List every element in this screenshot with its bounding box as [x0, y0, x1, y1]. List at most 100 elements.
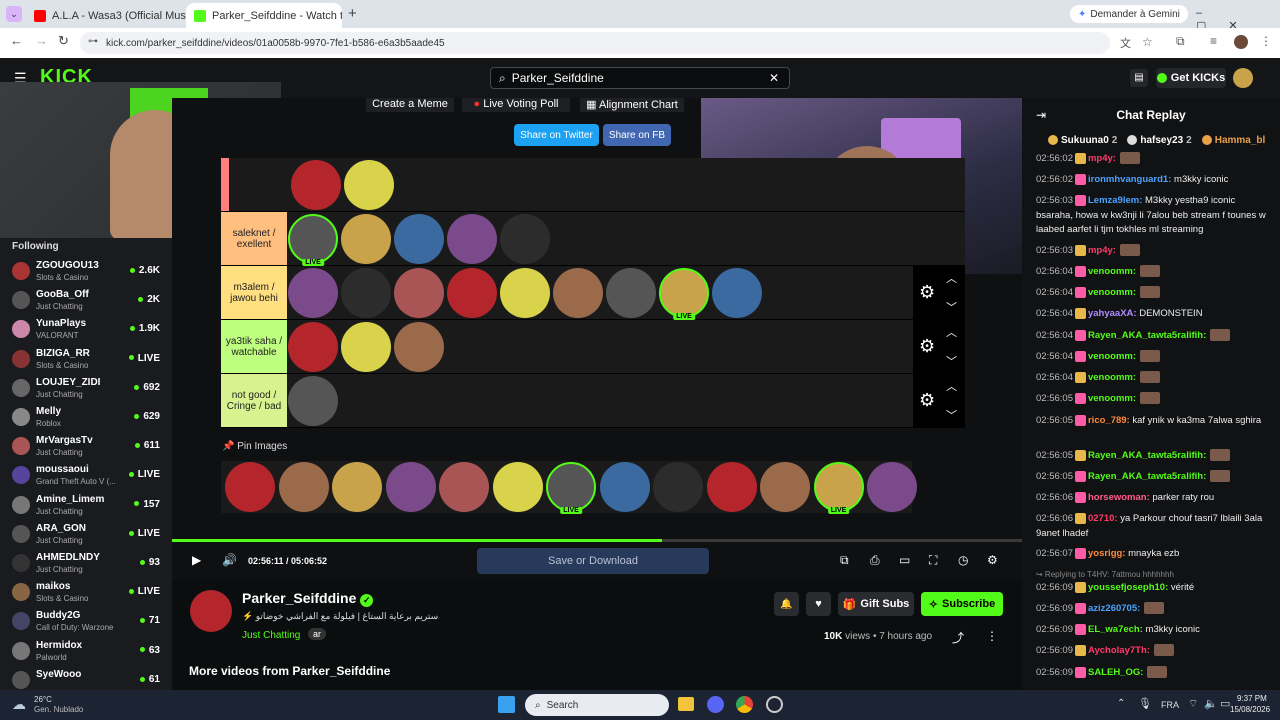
chat-username[interactable]: Rayen_AKA_tawta5ralifih:	[1088, 471, 1206, 482]
pinned-avatar[interactable]	[385, 462, 436, 512]
chat-username[interactable]: venoomm:	[1088, 266, 1136, 277]
chat-username[interactable]: SALEH_OG:	[1088, 667, 1143, 678]
move-up-icon[interactable]: ︿	[946, 378, 957, 394]
tier-avatar[interactable]	[341, 214, 391, 264]
reload-icon[interactable]: ↻	[58, 33, 69, 49]
tier-avatar[interactable]	[606, 268, 656, 318]
sidebar-item[interactable]: ZGOUGOU13 Slots & Casino 2.6K	[0, 258, 172, 287]
sidebar-item[interactable]: Buddy2G Call of Duty: Warzone 71	[0, 608, 172, 637]
new-tab-button[interactable]: +	[348, 5, 357, 22]
share-icon[interactable]: ⤴	[952, 629, 964, 646]
tier-settings-icon[interactable]: ⚙	[919, 282, 935, 303]
drops-icon[interactable]: ▤	[1130, 69, 1148, 87]
channel-avatar[interactable]	[190, 590, 232, 632]
tier-avatar[interactable]	[500, 268, 550, 318]
live-voting-poll-button[interactable]: ● Live Voting Poll	[462, 98, 570, 112]
sidebar-item[interactable]: GooBa_Off Just Chatting 2K	[0, 287, 172, 316]
pinned-avatar[interactable]	[439, 462, 489, 512]
sidebar-item[interactable]: Melly Roblox 629	[0, 404, 172, 433]
tier-avatar[interactable]	[288, 376, 338, 426]
weather-icon[interactable]: ☁	[12, 696, 26, 713]
app-icon[interactable]	[766, 696, 783, 713]
pinned-avatar[interactable]	[706, 462, 757, 512]
play-icon[interactable]: ▶	[192, 553, 201, 567]
alignment-chart-button[interactable]: ▦ Alignment Chart	[580, 98, 684, 112]
chat-username[interactable]: Aycholay7Th:	[1088, 645, 1150, 656]
pinned-avatar[interactable]	[867, 462, 917, 512]
back-icon[interactable]: ←	[10, 33, 23, 48]
sidebar-item[interactable]: LOUJEY_ZIDI Just Chatting 692	[0, 375, 172, 404]
channel-name[interactable]: Parker_Seifddine ✓	[242, 590, 374, 607]
create-meme-button[interactable]: Create a Meme	[366, 98, 454, 112]
move-up-icon[interactable]: ︿	[946, 270, 957, 286]
clear-search-icon[interactable]: ✕	[769, 71, 779, 85]
profile-avatar[interactable]	[1234, 35, 1248, 49]
settings-gear-icon[interactable]: ⚙	[987, 553, 998, 567]
address-bar[interactable]: ⊶ kick.com/parker_seifddine/videos/01a00…	[80, 32, 1153, 54]
tier-avatar[interactable]	[553, 268, 603, 318]
bookmark-star-icon[interactable]: ☆	[1142, 35, 1153, 49]
chat-username[interactable]: yosrigg:	[1088, 548, 1125, 559]
chat-username[interactable]: Lemza9lem:	[1088, 195, 1142, 206]
sidebar-item[interactable]: maikos Slots & Casino LIVE	[0, 579, 172, 608]
move-down-icon[interactable]: ﹀	[946, 407, 957, 423]
chat-username[interactable]: yahyaaXA:	[1088, 308, 1137, 319]
chat-username[interactable]: horsewoman:	[1088, 492, 1150, 503]
tray-chevron-icon[interactable]: ⌃	[1117, 698, 1125, 709]
sidebar-item[interactable]: Hermidox Palworld 63	[0, 638, 172, 667]
fullscreen-icon[interactable]: ⛶	[929, 553, 937, 568]
search-input[interactable]: ⌕ Parker_Seifddine ✕	[490, 67, 790, 89]
pinned-avatar[interactable]	[653, 462, 703, 512]
taskbar-search[interactable]: ⌕ Search	[525, 694, 669, 716]
sidebar-item[interactable]: YunaPlays VALORANT 1.9K	[0, 316, 172, 345]
language-indicator[interactable]: FRA	[1161, 700, 1179, 710]
tab-youtube[interactable]: A.L.A - Wasa3 (Official Music Vi ✕	[26, 3, 186, 28]
chat-username[interactable]: ironmhvanguard1:	[1088, 174, 1171, 185]
file-explorer-icon[interactable]	[678, 697, 694, 711]
gifter[interactable]: Hamma_bl	[1201, 135, 1269, 146]
pinned-avatar[interactable]	[225, 462, 275, 512]
chat-username[interactable]: venoomm:	[1088, 393, 1136, 404]
tier-avatar[interactable]: LIVE	[288, 214, 338, 266]
chat-username[interactable]: Rayen_AKA_tawta5ralifih:	[1088, 450, 1206, 461]
chat-username[interactable]: venoomm:	[1088, 372, 1136, 383]
chat-username[interactable]: EL_wa7ech:	[1088, 624, 1143, 635]
sidebar-item[interactable]: BIZIGA_RR Slots & Casino LIVE	[0, 346, 172, 375]
miniplayer-icon[interactable]: ⧉	[840, 553, 849, 568]
translate-icon[interactable]: 文	[1120, 35, 1131, 51]
chat-username[interactable]: venoomm:	[1088, 287, 1136, 298]
microphone-icon[interactable]: 🎙	[1138, 697, 1152, 710]
chat-username[interactable]: youssefjoseph10:	[1088, 582, 1168, 593]
extensions-icon[interactable]: ⧉	[1176, 34, 1185, 49]
chat-username[interactable]: venoomm:	[1088, 351, 1136, 362]
tier-avatar[interactable]	[288, 322, 338, 372]
clock-date[interactable]: 15/08/2026	[1230, 705, 1270, 714]
speed-icon[interactable]: ◷	[958, 553, 968, 567]
tier-avatar[interactable]	[341, 268, 391, 318]
clock-time[interactable]: 9:37 PM	[1237, 694, 1267, 703]
move-down-icon[interactable]: ﹀	[946, 299, 957, 315]
pinned-avatar[interactable]: LIVE	[813, 462, 864, 514]
gifter[interactable]: Sukuuna0 2	[1048, 135, 1117, 146]
subscribe-button[interactable]: ✧ Subscribe	[921, 592, 1003, 616]
share-twitter-button[interactable]: Share on Twitter	[514, 124, 599, 146]
chat-username[interactable]: 02710:	[1088, 513, 1118, 524]
follow-heart-button[interactable]: ♥	[806, 592, 831, 616]
share-fb-button[interactable]: Share on FB	[603, 124, 671, 146]
tier-avatar[interactable]	[394, 322, 444, 372]
pinned-avatar[interactable]	[278, 462, 329, 512]
gifter[interactable]: hafsey23 2	[1127, 135, 1192, 146]
sidebar-item[interactable]: Amine_Limem Just Chatting 157	[0, 492, 172, 521]
tier-avatar[interactable]	[394, 214, 444, 264]
gemini-button[interactable]: ✦ Demander à Gemini	[1070, 5, 1188, 23]
battery-icon[interactable]: ▭	[1220, 697, 1230, 710]
chat-username[interactable]: Rayen_AKA_tawta5ralifih:	[1088, 330, 1206, 341]
chat-username[interactable]: mp4y:	[1088, 245, 1116, 256]
tier-avatar[interactable]	[394, 268, 444, 318]
pinned-avatar[interactable]	[599, 462, 650, 512]
category-link[interactable]: Just Chatting	[242, 630, 300, 641]
profile-chevron-icon[interactable]: ⌄	[6, 6, 22, 22]
tier-avatar[interactable]	[288, 268, 338, 318]
network-icon[interactable]: ⌔	[1188, 697, 1198, 711]
chat-username[interactable]: mp4y:	[1088, 153, 1116, 164]
